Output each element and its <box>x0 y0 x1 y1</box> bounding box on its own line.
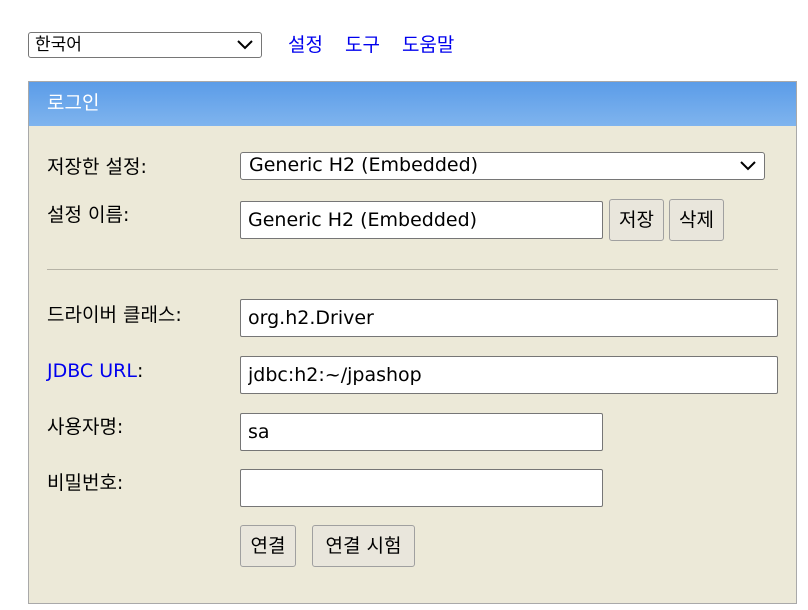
language-select-value: 한국어 <box>35 35 82 55</box>
top-nav-links: 설정 도구 도움말 <box>288 32 476 58</box>
section-divider <box>47 269 778 270</box>
jdbc-url-link[interactable]: JDBC URL <box>47 360 137 382</box>
saved-settings-label: 저장한 설정: <box>47 156 147 178</box>
chevron-down-icon <box>740 161 756 171</box>
chevron-down-icon <box>237 40 253 50</box>
jdbc-url-input[interactable] <box>240 356 778 394</box>
driver-class-label: 드라이버 클래스: <box>47 304 182 326</box>
login-panel: 로그인 저장한 설정: Generic H2 (Embedded) 설정 이름:… <box>28 81 797 604</box>
setting-name-input[interactable] <box>240 201 603 239</box>
saved-settings-value: Generic H2 (Embedded) <box>249 154 479 176</box>
password-input[interactable] <box>240 469 603 507</box>
settings-link[interactable]: 설정 <box>288 34 323 56</box>
delete-button[interactable]: 삭제 <box>669 199 724 241</box>
tools-link[interactable]: 도구 <box>345 34 380 56</box>
setting-name-label: 설정 이름: <box>47 204 130 226</box>
username-label: 사용자명: <box>47 416 124 438</box>
language-select[interactable]: 한국어 <box>28 32 262 58</box>
driver-class-input[interactable] <box>240 299 778 337</box>
jdbc-url-label[interactable]: JDBC URL: <box>47 359 143 383</box>
login-panel-header: 로그인 <box>29 82 796 126</box>
save-button[interactable]: 저장 <box>609 199 664 241</box>
saved-settings-select[interactable]: Generic H2 (Embedded) <box>240 152 765 180</box>
username-input[interactable] <box>240 413 603 451</box>
jdbc-url-colon: : <box>136 360 144 382</box>
help-link[interactable]: 도움말 <box>402 34 454 56</box>
password-label: 비밀번호: <box>47 472 124 494</box>
test-connection-button[interactable]: 연결 시험 <box>312 525 415 567</box>
connect-button[interactable]: 연결 <box>240 525 296 567</box>
